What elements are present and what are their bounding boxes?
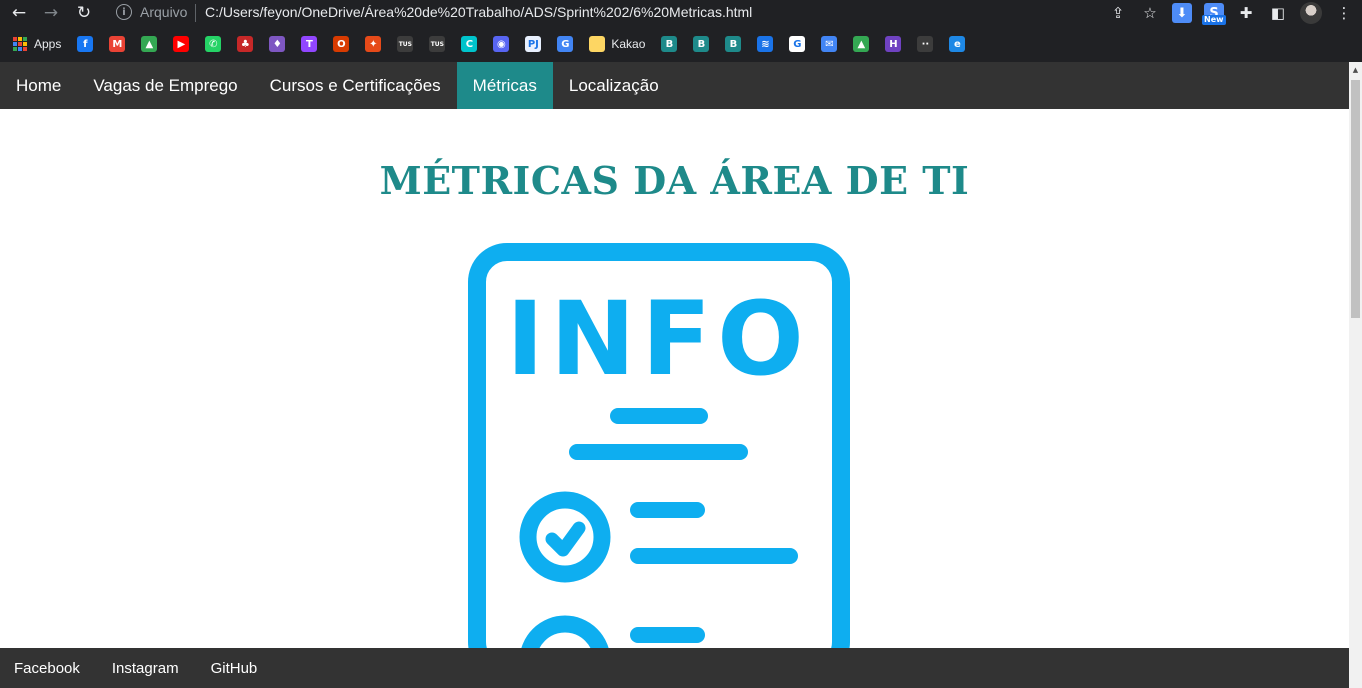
bookmark-tus2-icon: TUS	[429, 36, 446, 52]
gmail-icon: M	[109, 36, 126, 52]
site-info-icon[interactable]: i	[116, 4, 132, 20]
bookmark-purple-icon: ♦	[269, 36, 286, 52]
youtube-music-icon: ▶	[173, 36, 190, 52]
site-footer: Facebook Instagram GitHub	[0, 648, 1349, 688]
h-icon: H	[885, 36, 902, 52]
download-icon[interactable]: ⬇	[1172, 3, 1192, 23]
bookmark-pj[interactable]: PJ	[525, 32, 542, 56]
whatsapp-icon: ✆	[205, 36, 222, 52]
bookmark-star-icon[interactable]: ☆	[1140, 3, 1160, 23]
security-label: Arquivo	[140, 4, 188, 20]
bookmark-orange-icon: ✦	[365, 36, 382, 52]
footer-link-github[interactable]: GitHub	[211, 660, 258, 677]
toolbar-right: ⇪ ☆ ⬇ S New ✚ ◧ ⋮	[1108, 2, 1354, 25]
forward-icon[interactable]: →	[40, 2, 62, 24]
back-icon[interactable]: ←	[8, 2, 30, 24]
nav-link-cursos-e-certificacoes[interactable]: Cursos e Certificações	[254, 62, 457, 109]
b-icon-3: B	[725, 36, 742, 52]
pj-icon: PJ	[525, 36, 542, 52]
folder-icon	[589, 36, 606, 52]
reload-icon[interactable]: ↻	[73, 2, 95, 24]
info-document-illustration: INFO	[468, 243, 850, 648]
address-separator	[195, 4, 196, 22]
bookmark-bookmark-tus2[interactable]: TUS	[429, 32, 446, 56]
layers-icon: ≋	[757, 36, 774, 52]
bookmark-b-icon-3[interactable]: B	[725, 32, 742, 56]
bookmark-bookmark-red[interactable]: ♣	[237, 32, 254, 56]
new-badge: New	[1202, 15, 1226, 25]
bookmark-dark-icon: ··	[917, 36, 934, 52]
bookmark-label: Apps	[34, 37, 62, 51]
drive2-icon: ▲	[853, 36, 870, 52]
menu-kebab-icon[interactable]: ⋮	[1334, 3, 1354, 23]
bookmark-folder[interactable]: Kakao	[589, 32, 645, 56]
nav-link-localizacao[interactable]: Localização	[553, 62, 675, 109]
nav-link-metricas[interactable]: Métricas	[456, 62, 553, 109]
drive-icon: ▲	[141, 36, 158, 52]
scroll-thumb[interactable]	[1351, 80, 1360, 318]
bookmarks-bar: Apps f M ▲ ▶ ✆ ♣ ♦ T O ✦ TUS TUS C ◉ PJ G Kakao B B B ≋ G ✉ ▲ H ··…	[0, 32, 1362, 56]
bookmark-bookmark-orange[interactable]: ✦	[365, 32, 382, 56]
discord-icon: ◉	[493, 36, 510, 52]
bookmark-gmail[interactable]: M	[109, 32, 126, 56]
bookmark-ie[interactable]: e	[949, 32, 966, 56]
bookmark-b-icon-2[interactable]: B	[693, 32, 710, 56]
bookmark-drive2[interactable]: ▲	[853, 32, 870, 56]
site-navbar: Home Vagas de Emprego Cursos e Certificaçõ…	[0, 62, 1349, 109]
extension-s-icon[interactable]: S New	[1202, 3, 1226, 25]
page-title: MÉTRICAS DA ÁREA DE TI	[379, 158, 970, 203]
bookmark-apps-grid[interactable]: Apps	[12, 32, 61, 56]
google-icon: G	[789, 36, 806, 52]
page-scrollbar[interactable]: ▲	[1349, 62, 1362, 688]
bookmark-tus-icon: TUS	[397, 36, 414, 52]
browser-chrome: ← → ↻ i Arquivo C:/Users/feyon/OneDrive/…	[0, 0, 1362, 62]
nav-link-vagas-de-emprego[interactable]: Vagas de Emprego	[77, 62, 253, 109]
address-bar-url[interactable]: C:/Users/feyon/OneDrive/Área%20de%20Trab…	[205, 4, 752, 20]
bookmark-whatsapp[interactable]: ✆	[205, 32, 222, 56]
bookmark-facebook[interactable]: f	[77, 32, 94, 56]
bookmark-youtube-music[interactable]: ▶	[173, 32, 190, 56]
side-panel-icon[interactable]: ◧	[1268, 3, 1288, 23]
chat-icon: ✉	[821, 36, 838, 52]
bookmark-red-icon: ♣	[237, 36, 254, 52]
share-icon[interactable]: ⇪	[1108, 3, 1128, 23]
scroll-up-icon[interactable]: ▲	[1349, 62, 1362, 78]
info-text: INFO	[506, 280, 810, 399]
b-icon-2: B	[693, 36, 710, 52]
footer-link-facebook[interactable]: Facebook	[14, 660, 80, 677]
bookmark-b-icon-1[interactable]: B	[661, 32, 678, 56]
bookmark-twitch[interactable]: T	[301, 32, 318, 56]
b-icon-1: B	[661, 36, 678, 52]
office-icon: O	[333, 36, 350, 52]
facebook-icon: f	[77, 36, 94, 52]
translate-icon: G	[557, 36, 574, 52]
canva-icon: C	[461, 36, 478, 52]
bookmark-label: Kakao	[611, 37, 646, 51]
bookmark-layers[interactable]: ≋	[757, 32, 774, 56]
checkmark-icon	[545, 521, 586, 557]
bookmark-bookmark-dark[interactable]: ··	[917, 32, 934, 56]
bookmark-chat[interactable]: ✉	[821, 32, 838, 56]
bookmark-drive[interactable]: ▲	[141, 32, 158, 56]
extensions-puzzle-icon[interactable]: ✚	[1236, 3, 1256, 23]
nav-link-home[interactable]: Home	[0, 62, 77, 109]
bookmark-bookmark-tus[interactable]: TUS	[397, 32, 414, 56]
bookmark-discord[interactable]: ◉	[493, 32, 510, 56]
bookmark-translate[interactable]: G	[557, 32, 574, 56]
ie-icon: e	[949, 36, 966, 52]
profile-avatar[interactable]	[1300, 2, 1322, 24]
apps-grid-icon	[12, 36, 28, 52]
bookmark-h[interactable]: H	[885, 32, 902, 56]
twitch-icon: T	[301, 36, 318, 52]
bookmark-bookmark-purple[interactable]: ♦	[269, 32, 286, 56]
bookmark-office[interactable]: O	[333, 32, 350, 56]
footer-link-instagram[interactable]: Instagram	[112, 660, 179, 677]
bookmark-canva[interactable]: C	[461, 32, 478, 56]
address-row: ← → ↻ i Arquivo C:/Users/feyon/OneDrive/…	[0, 0, 1362, 26]
bookmark-google[interactable]: G	[789, 32, 806, 56]
